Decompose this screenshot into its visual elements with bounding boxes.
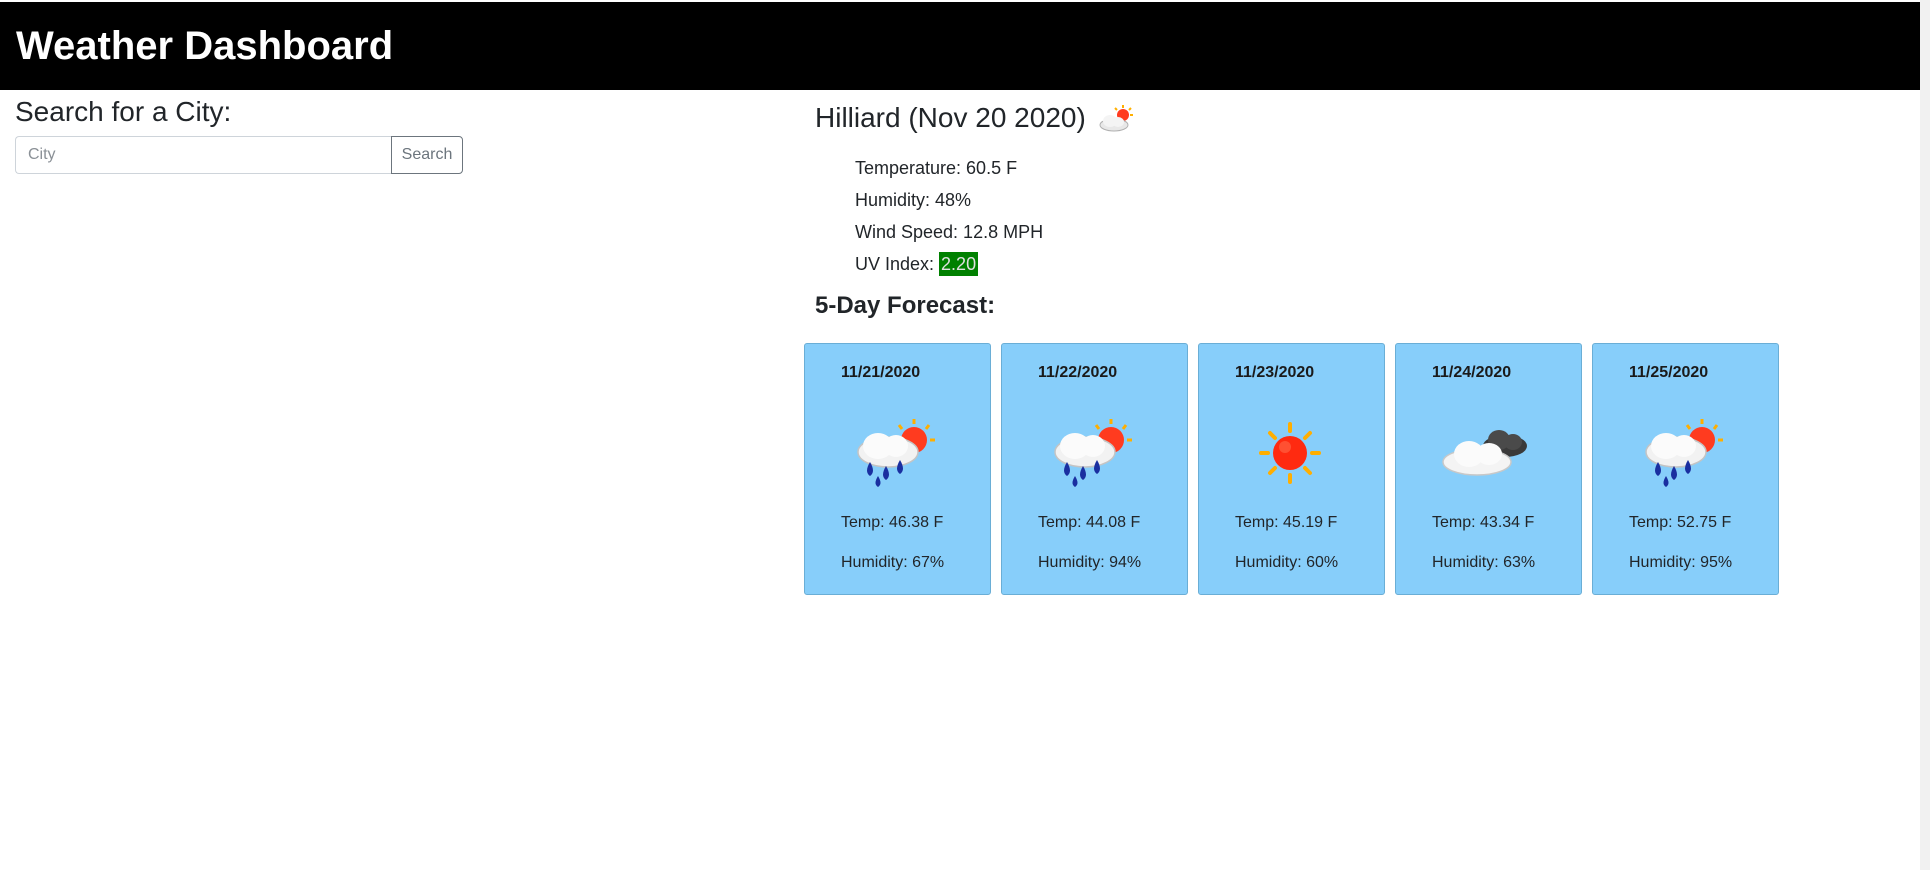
forecast-title: 5-Day Forecast: <box>815 292 996 319</box>
cloudy-icon <box>1439 416 1535 490</box>
forecast-humidity: Humidity: 95% <box>1629 554 1733 571</box>
forecast-temp: Temp: 46.38 F <box>841 514 944 531</box>
forecast-card-5: 11/25/2020 Temp: 52.75 F Humidity: 95% <box>1592 343 1779 595</box>
forecast-humidity: Humidity: 67% <box>841 554 945 571</box>
rain-sun-icon <box>1045 416 1141 490</box>
rain-sun-icon <box>1636 416 1732 490</box>
forecast-card-1: 11/21/2020 Temp: 46.38 F Humidity: 67% <box>804 343 991 595</box>
search-button[interactable]: Search <box>391 136 463 174</box>
search-form: Search <box>15 136 463 174</box>
forecast-temp: Temp: 43.34 F <box>1432 514 1535 531</box>
current-city-date: Hilliard (Nov 20 2020) <box>815 102 1086 133</box>
partly-cloudy-sun-icon <box>1096 103 1136 133</box>
forecast-card-2: 11/22/2020 Temp: 44.08 F Humidity: 94% <box>1001 343 1188 595</box>
current-temperature: Temperature: 60.5 F <box>855 158 1018 178</box>
forecast-card-3: 11/23/2020 Temp: 45.19 F Humidity: 60% <box>1198 343 1385 595</box>
forecast-card-4: 11/24/2020 Temp: 43.34 F Humidity: 63% <box>1395 343 1582 595</box>
forecast-temp: Temp: 45.19 F <box>1235 514 1338 531</box>
forecast-date: 11/21/2020 <box>841 364 921 381</box>
forecast-date: 11/22/2020 <box>1038 364 1118 381</box>
sun-icon <box>1242 416 1338 490</box>
forecast-temp: Temp: 44.08 F <box>1038 514 1141 531</box>
city-search-input[interactable] <box>15 136 391 174</box>
search-label: Search for a City: <box>15 96 232 127</box>
uv-index-badge: 2.20 <box>939 252 979 276</box>
current-wind-speed: Wind Speed: 12.8 MPH <box>855 222 1044 242</box>
forecast-date: 11/23/2020 <box>1235 364 1315 381</box>
page: Weather Dashboard Search for a City: Sea… <box>0 0 1930 870</box>
header-bar: Weather Dashboard <box>0 2 1920 90</box>
page-title: Weather Dashboard <box>16 24 394 68</box>
forecast-date: 11/25/2020 <box>1629 364 1709 381</box>
forecast-cards: 11/21/2020 Temp: 46.38 F Humidity: 67% 1… <box>804 343 1779 595</box>
forecast-date: 11/24/2020 <box>1432 364 1512 381</box>
current-humidity: Humidity: 48% <box>855 190 972 210</box>
current-weather-details: Temperature: 60.5 F Humidity: 48% Wind S… <box>855 152 1043 280</box>
scrollbar-track[interactable] <box>1920 0 1930 870</box>
rain-sun-icon <box>848 416 944 490</box>
forecast-temp: Temp: 52.75 F <box>1629 514 1732 531</box>
uv-index-label: UV Index: <box>855 254 940 274</box>
forecast-humidity: Humidity: 63% <box>1432 554 1536 571</box>
forecast-humidity: Humidity: 94% <box>1038 554 1142 571</box>
forecast-humidity: Humidity: 60% <box>1235 554 1339 571</box>
current-weather-title: Hilliard (Nov 20 2020) <box>815 100 1136 136</box>
current-uv-index: UV Index: 2.20 <box>855 248 1043 280</box>
